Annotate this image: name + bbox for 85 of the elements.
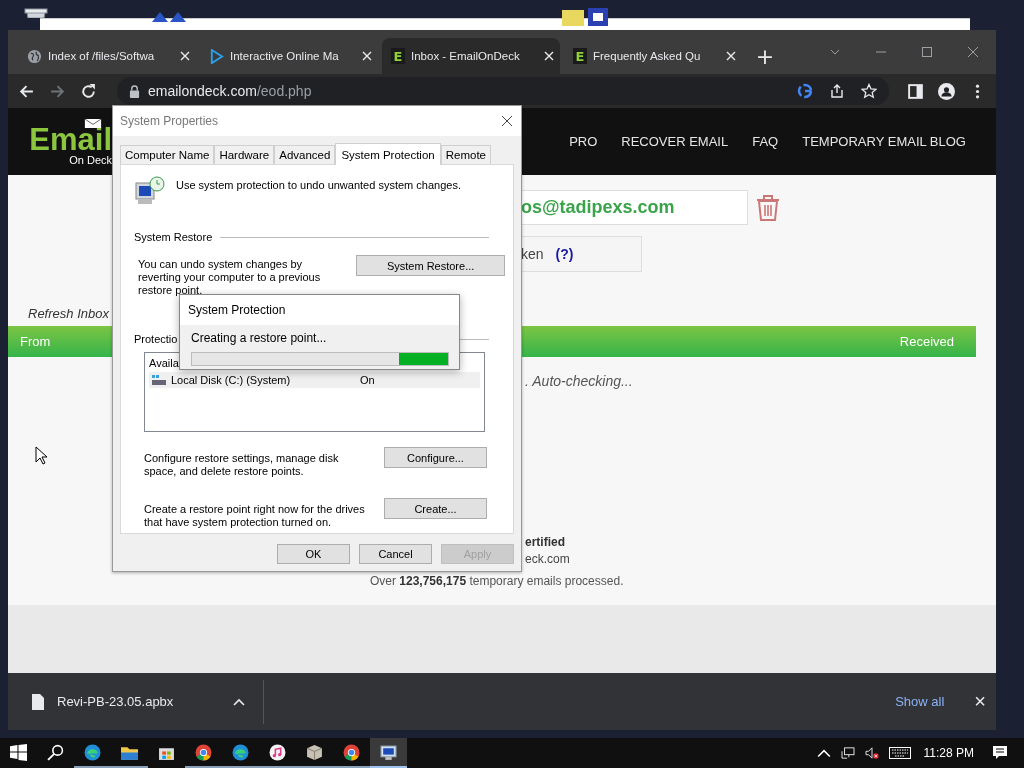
intro-text: Use system protection to undo unwanted system changes.: [176, 179, 461, 192]
footer-text: ertified: [525, 535, 565, 549]
nav-link[interactable]: RECOVER EMAIL: [621, 134, 729, 149]
tab-title: Interactive Online Ma: [230, 50, 339, 62]
dialog-tab[interactable]: Computer Name: [120, 145, 215, 164]
browser-tab[interactable]: E Inbox - EmailOnDeck: [382, 38, 560, 74]
column-header: Availa: [149, 357, 180, 369]
group-label: Protectio: [134, 333, 178, 345]
address-bar[interactable]: emailondeck.com/eod.php: [117, 77, 889, 105]
chevron-up-icon[interactable]: [816, 747, 831, 759]
profile-icon[interactable]: [938, 82, 955, 100]
play-icon: [209, 48, 224, 64]
help-link[interactable]: (?): [555, 246, 574, 262]
browser-tab[interactable]: E Frequently Asked Qu: [564, 38, 742, 74]
window-title: System Protection: [188, 303, 286, 317]
share-icon[interactable]: [829, 83, 845, 99]
browser-tab[interactable]: Index of /files/Softwa: [18, 38, 196, 74]
music-note-icon: [269, 743, 286, 761]
refresh-inbox-link[interactable]: Refresh Inbox: [28, 306, 109, 321]
box-icon: [306, 743, 323, 761]
lock-icon[interactable]: [129, 84, 140, 98]
chevron-up-icon[interactable]: [233, 697, 246, 706]
browser-icon: [195, 743, 212, 761]
download-item[interactable]: Revi-PB-23.05.apbx: [57, 694, 174, 709]
browser-icon: [232, 743, 249, 761]
start-icon: [10, 743, 27, 761]
keyboard-icon[interactable]: [888, 747, 911, 759]
computer-shield-icon: [134, 175, 166, 207]
dialog-tab[interactable]: Remote: [440, 145, 491, 164]
description-text: Create a restore point right now for the drives that have system protection turned on.: [144, 503, 366, 529]
notification-icon[interactable]: [992, 745, 1008, 761]
dialog-tab[interactable]: Advanced: [274, 145, 336, 164]
browser-icon: [343, 743, 360, 761]
close-icon[interactable]: [501, 115, 513, 127]
new-tab-button[interactable]: +: [750, 38, 780, 74]
dialog-tab[interactable]: Hardware: [214, 145, 275, 164]
show-all-link[interactable]: Show all: [895, 694, 945, 709]
clock[interactable]: 11:28 PM: [923, 746, 974, 760]
create-button[interactable]: Create...: [384, 498, 487, 519]
reload-icon[interactable]: [80, 82, 97, 100]
tab-title: Index of /files/Softwa: [48, 50, 155, 62]
group-label: System Restore: [134, 231, 213, 243]
drive-icon: [151, 374, 167, 386]
dialog-tab[interactable]: System Protection: [335, 143, 441, 165]
close-button[interactable]: ×: [970, 690, 990, 713]
drive-row[interactable]: Local Disk (C:) (System) On: [149, 372, 480, 388]
cursor-icon: [35, 446, 47, 465]
token-label: ken: [521, 246, 544, 262]
column-header: From: [20, 334, 51, 349]
drive-status: On: [360, 374, 375, 386]
site-favicon: E: [573, 48, 587, 64]
monitor-icon: [380, 743, 397, 761]
footer-text: Over 123,756,175 temporary emails processed.: [370, 574, 624, 588]
nav-link[interactable]: TEMPORARY EMAIL BLOG: [802, 134, 966, 149]
trash-icon[interactable]: [755, 193, 781, 222]
drive-name: Local Disk (C:) (System): [171, 374, 292, 386]
search-icon: [47, 743, 64, 761]
taskbar-button[interactable]: [370, 738, 407, 768]
side-panel-icon[interactable]: [907, 82, 924, 100]
dialog-button[interactable]: Cancel: [359, 544, 432, 564]
nav-link[interactable]: FAQ: [752, 134, 779, 149]
globe-icon: [27, 48, 42, 64]
description-text: Configure restore settings, manage disk space, and delete restore points.: [144, 452, 340, 478]
system-restore-button[interactable]: System Restore...: [356, 255, 505, 276]
browser-tab[interactable]: Interactive Online Ma: [200, 38, 378, 74]
description-text: You can undo system changes by reverting your computer to a previous restore point.: [138, 258, 322, 297]
browser-icon: [84, 743, 101, 761]
desktop-icon[interactable]: [562, 6, 610, 28]
progress-message: Creating a restore point...: [191, 331, 328, 345]
configure-button[interactable]: Configure...: [384, 447, 487, 468]
window-title: System Properties: [120, 114, 220, 128]
column-header: Received: [899, 334, 954, 349]
nav-link[interactable]: PRO: [569, 134, 598, 149]
star-icon[interactable]: [861, 83, 877, 99]
maximize-icon[interactable]: [921, 46, 933, 58]
footer-text: eck.com: [525, 552, 570, 566]
file-icon: [32, 693, 44, 710]
tab-title: Inbox - EmailOnDeck: [411, 50, 520, 62]
dialog-button[interactable]: OK: [277, 544, 350, 564]
status-text: . Auto-checking...: [525, 373, 633, 389]
site-favicon: E: [391, 48, 405, 64]
tab-title: Frequently Asked Qu: [593, 50, 701, 62]
site-logo[interactable]: Email On Deck: [26, 117, 112, 166]
muted-speaker-icon[interactable]: [864, 747, 879, 759]
network-icon[interactable]: [840, 747, 855, 759]
